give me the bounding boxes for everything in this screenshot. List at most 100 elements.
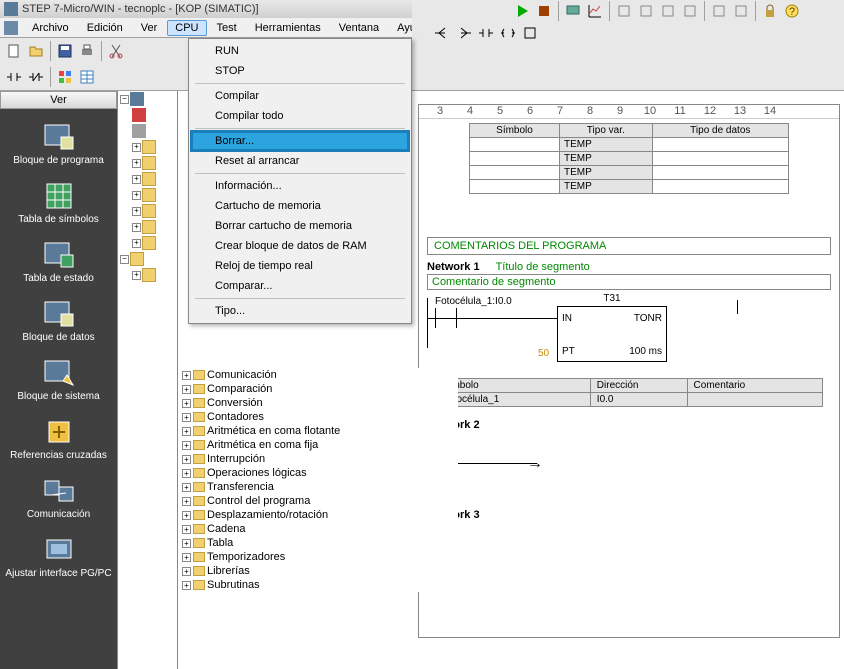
tree-item[interactable]: +Operaciones lógicas bbox=[178, 466, 458, 480]
ladder-right-icon[interactable] bbox=[454, 23, 474, 43]
tree-item[interactable]: +Comunicación bbox=[178, 368, 458, 382]
tree-item[interactable]: +Cadena bbox=[178, 522, 458, 536]
tree-item[interactable]: +Control del programa bbox=[178, 494, 458, 508]
nav-bloque-sistema[interactable]: Bloque de sistema bbox=[0, 353, 117, 412]
expander-icon[interactable]: + bbox=[182, 455, 191, 464]
expander-icon[interactable]: + bbox=[132, 207, 141, 216]
expander-icon[interactable]: + bbox=[132, 159, 141, 168]
coil-tool-icon[interactable] bbox=[498, 23, 518, 43]
help-icon[interactable]: ? bbox=[782, 1, 802, 21]
menu-herramientas[interactable]: Herramientas bbox=[247, 20, 329, 36]
nav-referencias-cruzadas[interactable]: Referencias cruzadas bbox=[0, 412, 117, 471]
tree-item[interactable]: +Temporizadores bbox=[178, 550, 458, 564]
tree-item[interactable]: +Desplazamiento/rotación bbox=[178, 508, 458, 522]
tree-item[interactable]: +Aritmética en coma flotante bbox=[178, 424, 458, 438]
expander-icon[interactable]: + bbox=[182, 371, 191, 380]
tool2-icon[interactable] bbox=[636, 1, 656, 21]
cut-icon[interactable] bbox=[106, 41, 126, 61]
expander-icon[interactable]: + bbox=[132, 143, 141, 152]
expander-icon[interactable]: + bbox=[132, 239, 141, 248]
stop-icon[interactable] bbox=[534, 1, 554, 21]
contact-tool-icon[interactable] bbox=[476, 23, 496, 43]
menu-edicion[interactable]: Edición bbox=[79, 20, 131, 36]
lock-icon[interactable] bbox=[760, 1, 780, 21]
menu-borrar[interactable]: Borrar... bbox=[190, 130, 410, 152]
instruction-tree[interactable]: +Comunicación +Comparación +Conversión +… bbox=[178, 368, 458, 592]
expander-icon[interactable]: + bbox=[132, 191, 141, 200]
nav-bloque-programa[interactable]: Bloque de programa bbox=[0, 117, 117, 176]
symbol-table-icon[interactable] bbox=[77, 67, 97, 87]
tree-item[interactable]: +Comparación bbox=[178, 382, 458, 396]
expander-icon[interactable]: + bbox=[132, 223, 141, 232]
menu-ver[interactable]: Ver bbox=[133, 20, 166, 36]
menu-test[interactable]: Test bbox=[209, 20, 245, 36]
ladder-diagram[interactable]: Fotocélula_1:I0.0 T31 IN TONR PT 100 ms … bbox=[427, 298, 831, 368]
menu-ventana[interactable]: Ventana bbox=[331, 20, 387, 36]
menu-crear-bloque-ram[interactable]: Crear bloque de datos de RAM bbox=[191, 236, 409, 256]
menu-reloj[interactable]: Reloj de tiempo real bbox=[191, 256, 409, 276]
expander-icon[interactable]: − bbox=[120, 95, 129, 104]
contact-nc-icon[interactable] bbox=[26, 67, 46, 87]
expander-icon[interactable]: + bbox=[182, 497, 191, 506]
expander-icon[interactable]: + bbox=[182, 553, 191, 562]
tree-item[interactable]: +Subrutinas bbox=[178, 578, 458, 592]
timer-block[interactable]: T31 IN TONR PT 100 ms 50 bbox=[557, 306, 667, 362]
tool4-icon[interactable] bbox=[680, 1, 700, 21]
nav-tabla-simbolos[interactable]: Tabla de símbolos bbox=[0, 176, 117, 235]
menu-cpu[interactable]: CPU bbox=[167, 20, 206, 36]
nav-comunicacion[interactable]: Comunicación bbox=[0, 471, 117, 530]
network-title[interactable]: Título de segmento bbox=[496, 261, 590, 273]
tree-item[interactable]: +Tabla bbox=[178, 536, 458, 550]
menu-compilar-todo[interactable]: Compilar todo bbox=[191, 106, 409, 126]
contact-no-icon[interactable] bbox=[4, 67, 24, 87]
project-tree[interactable]: − + + + + + + + − + bbox=[118, 91, 178, 669]
tree-item[interactable]: +Librerías bbox=[178, 564, 458, 578]
menu-cartucho-memoria[interactable]: Cartucho de memoria bbox=[191, 196, 409, 216]
nav-tabla-estado[interactable]: Tabla de estado bbox=[0, 235, 117, 294]
variable-table[interactable]: SímboloTipo var.Tipo de datos TEMP TEMP … bbox=[469, 123, 789, 194]
save-icon[interactable] bbox=[55, 41, 75, 61]
expander-icon[interactable]: + bbox=[182, 525, 191, 534]
expander-icon[interactable]: + bbox=[182, 427, 191, 436]
network-comment[interactable]: Comentario de segmento bbox=[427, 274, 831, 290]
tree-item[interactable]: +Conversión bbox=[178, 396, 458, 410]
expander-icon[interactable]: − bbox=[120, 255, 129, 264]
symbol-table[interactable]: SímboloDirecciónComentario Fotocélula_1I… bbox=[435, 378, 823, 407]
menu-borrar-cartucho[interactable]: Borrar cartucho de memoria bbox=[191, 216, 409, 236]
network-view-icon[interactable] bbox=[55, 67, 75, 87]
ladder-left-icon[interactable] bbox=[432, 23, 452, 43]
new-icon[interactable] bbox=[4, 41, 24, 61]
expander-icon[interactable]: + bbox=[182, 399, 191, 408]
expander-icon[interactable]: + bbox=[182, 469, 191, 478]
tool1-icon[interactable] bbox=[614, 1, 634, 21]
menu-reset-arrancar[interactable]: Reset al arrancar bbox=[191, 151, 409, 171]
tree-item[interactable]: +Aritmética en coma fija bbox=[178, 438, 458, 452]
menu-comparar[interactable]: Comparar... bbox=[191, 276, 409, 296]
ladder-diagram[interactable]: → bbox=[427, 439, 831, 479]
expander-icon[interactable]: + bbox=[182, 581, 191, 590]
expander-icon[interactable]: + bbox=[182, 483, 191, 492]
expander-icon[interactable]: + bbox=[182, 539, 191, 548]
expander-icon[interactable]: + bbox=[182, 511, 191, 520]
menu-archivo[interactable]: Archivo bbox=[24, 20, 77, 36]
menu-tipo[interactable]: Tipo... bbox=[191, 301, 409, 321]
expander-icon[interactable]: + bbox=[182, 413, 191, 422]
menu-stop[interactable]: STOP bbox=[191, 61, 409, 81]
tree-item[interactable]: +Interrupción bbox=[178, 452, 458, 466]
expander-icon[interactable]: + bbox=[182, 567, 191, 576]
box-tool-icon[interactable] bbox=[520, 23, 540, 43]
open-icon[interactable] bbox=[26, 41, 46, 61]
tool5-icon[interactable] bbox=[709, 1, 729, 21]
program-comments[interactable]: COMENTARIOS DEL PROGRAMA bbox=[427, 237, 831, 255]
nav-ajustar-interface[interactable]: Ajustar interface PG/PC bbox=[0, 530, 117, 589]
expander-icon[interactable]: + bbox=[182, 385, 191, 394]
tool3-icon[interactable] bbox=[658, 1, 678, 21]
network-3[interactable]: Network 3 bbox=[427, 509, 831, 521]
run-icon[interactable] bbox=[512, 1, 532, 21]
chart-icon[interactable] bbox=[585, 1, 605, 21]
expander-icon[interactable]: + bbox=[132, 175, 141, 184]
menu-informacion[interactable]: Información... bbox=[191, 176, 409, 196]
network-1[interactable]: Network 1 Título de segmento Comentario … bbox=[427, 261, 831, 407]
nav-bloque-datos[interactable]: Bloque de datos bbox=[0, 294, 117, 353]
expander-icon[interactable]: + bbox=[132, 271, 141, 280]
